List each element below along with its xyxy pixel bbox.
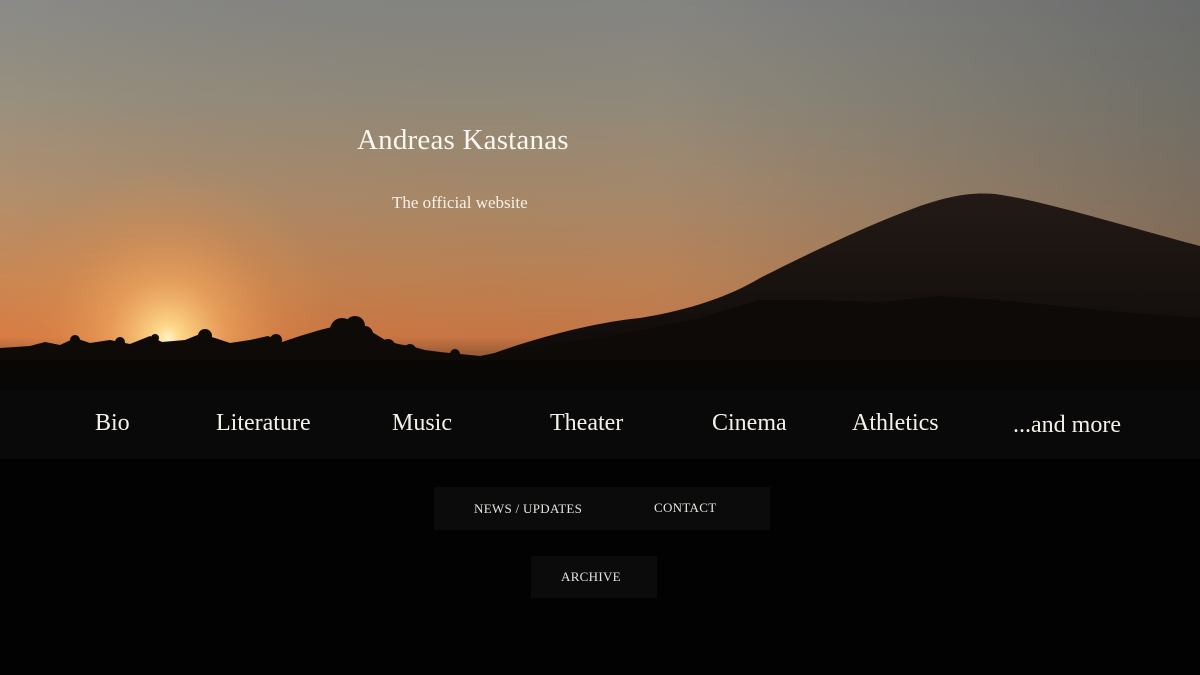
hero-banner: Andreas Kastanas The official website: [0, 0, 1200, 392]
nav-item-cinema[interactable]: Cinema: [712, 390, 787, 459]
secondary-navigation: NEWS / UPDATES CONTACT: [434, 487, 770, 530]
contact-link[interactable]: CONTACT: [654, 487, 716, 530]
nav-item-literature[interactable]: Literature: [216, 390, 311, 459]
archive-box: ARCHIVE: [531, 556, 657, 598]
site-tagline: The official website: [392, 193, 528, 212]
nav-item-music[interactable]: Music: [392, 390, 452, 459]
nav-item-bio[interactable]: Bio: [95, 390, 130, 459]
nav-item-theater[interactable]: Theater: [550, 390, 623, 459]
main-navigation: Bio Literature Music Theater Cinema Athl…: [0, 390, 1200, 459]
sunset-landscape-image: [0, 0, 1200, 392]
page: Andreas Kastanas The official website Bi…: [0, 0, 1200, 675]
nav-item-athletics[interactable]: Athletics: [852, 390, 939, 459]
archive-link[interactable]: ARCHIVE: [561, 556, 621, 598]
site-title[interactable]: Andreas Kastanas: [357, 124, 569, 157]
news-updates-link[interactable]: NEWS / UPDATES: [474, 488, 582, 531]
nav-item-and-more[interactable]: ...and more: [1013, 392, 1121, 461]
